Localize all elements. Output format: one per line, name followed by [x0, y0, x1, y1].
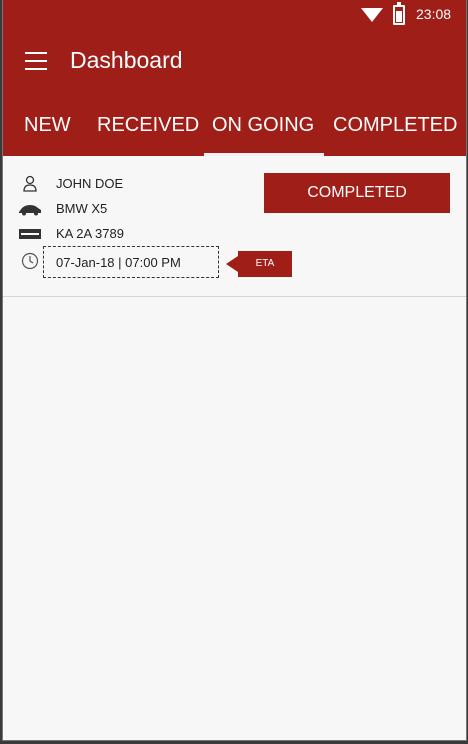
plate-number: KA 2A 3789 — [56, 226, 124, 241]
person-icon — [17, 174, 43, 194]
eta-datetime: 07-Jan-18 | 07:00 PM — [56, 255, 181, 270]
completed-button[interactable]: COMPLETED — [264, 173, 450, 213]
status-time: 23:08 — [416, 6, 452, 22]
page-title: Dashboard — [70, 47, 183, 73]
car-model: BMW X5 — [56, 201, 108, 216]
status-bar: 23:08 — [3, 0, 466, 30]
tab-new[interactable]: NEW — [24, 114, 71, 137]
customer-name: JOHN DOE — [56, 176, 124, 191]
eta-box: 07-Jan-18 | 07:00 PM — [43, 246, 219, 278]
booking-card[interactable]: JOHN DOE BMW X5 KA 2A 3789 07-Jan-18 | 0… — [3, 156, 466, 297]
clock-icon — [17, 251, 43, 271]
car-icon — [17, 199, 43, 219]
license-plate-icon — [17, 224, 43, 244]
phone-screen: 23:08 Dashboard NEW RECEIVED ON GOING CO… — [2, 0, 467, 741]
tab-bar: NEW RECEIVED ON GOING COMPLETED — [3, 94, 466, 156]
hamburger-menu-icon[interactable] — [25, 52, 47, 70]
battery-icon — [393, 2, 405, 25]
eta-tag: ETA — [226, 251, 292, 277]
app-bar: Dashboard — [3, 30, 466, 94]
tab-received[interactable]: RECEIVED — [97, 114, 199, 137]
tab-ongoing[interactable]: ON GOING — [212, 114, 314, 137]
wifi-icon — [361, 8, 383, 22]
tab-completed[interactable]: COMPLETED — [333, 114, 457, 137]
